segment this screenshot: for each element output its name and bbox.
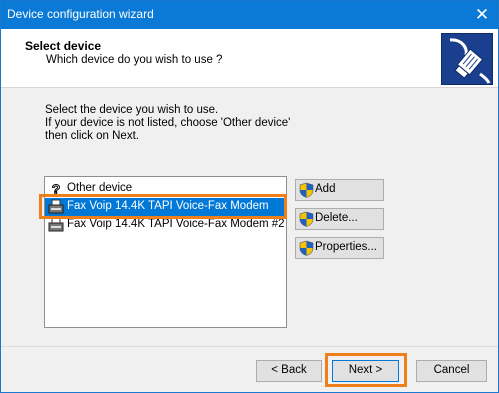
instruction-line: Select the device you wish to use. <box>45 104 219 116</box>
cancel-button[interactable]: Cancel <box>416 360 487 382</box>
wizard-header: Select device Which device do you wish t… <box>1 29 498 88</box>
delete-label: Delete... <box>315 212 358 224</box>
back-button[interactable]: < Back <box>256 360 322 382</box>
footer-divider <box>1 346 498 347</box>
add-button[interactable]: Add <box>295 179 384 201</box>
shield-icon <box>299 211 314 227</box>
window-title: Device configuration wizard <box>7 7 154 21</box>
instruction-line: then click on Next. <box>45 130 139 142</box>
properties-button[interactable]: Properties... <box>295 237 384 259</box>
shield-icon <box>299 182 314 198</box>
properties-label: Properties... <box>315 241 377 253</box>
network-plug-icon <box>441 33 493 85</box>
back-label: < Back <box>271 364 307 376</box>
list-item-label: Fax Voip 14.4K TAPI Voice-Fax Modem #2 <box>67 218 285 230</box>
instruction-line: If your device is not listed, choose 'Ot… <box>45 117 291 129</box>
wizard-window: Device configuration wizard ✕ Select dev… <box>0 0 499 393</box>
page-subtitle: Which device do you wish to use ? <box>46 54 223 66</box>
next-label: Next > <box>348 364 383 376</box>
next-button[interactable]: Next > <box>332 360 399 382</box>
close-icon[interactable]: ✕ <box>472 5 492 25</box>
instructions: Select the device you wish to use. If yo… <box>45 104 290 143</box>
page-title: Select device <box>25 39 102 53</box>
delete-button[interactable]: Delete... <box>295 208 384 230</box>
selection-highlight <box>39 194 287 219</box>
fax-modem-icon <box>48 217 64 233</box>
list-item-label: Other device <box>67 182 133 194</box>
shield-icon <box>299 240 314 256</box>
add-label: Add <box>315 183 336 195</box>
cancel-label: Cancel <box>433 364 470 376</box>
title-bar: Device configuration wizard ✕ <box>1 1 498 29</box>
